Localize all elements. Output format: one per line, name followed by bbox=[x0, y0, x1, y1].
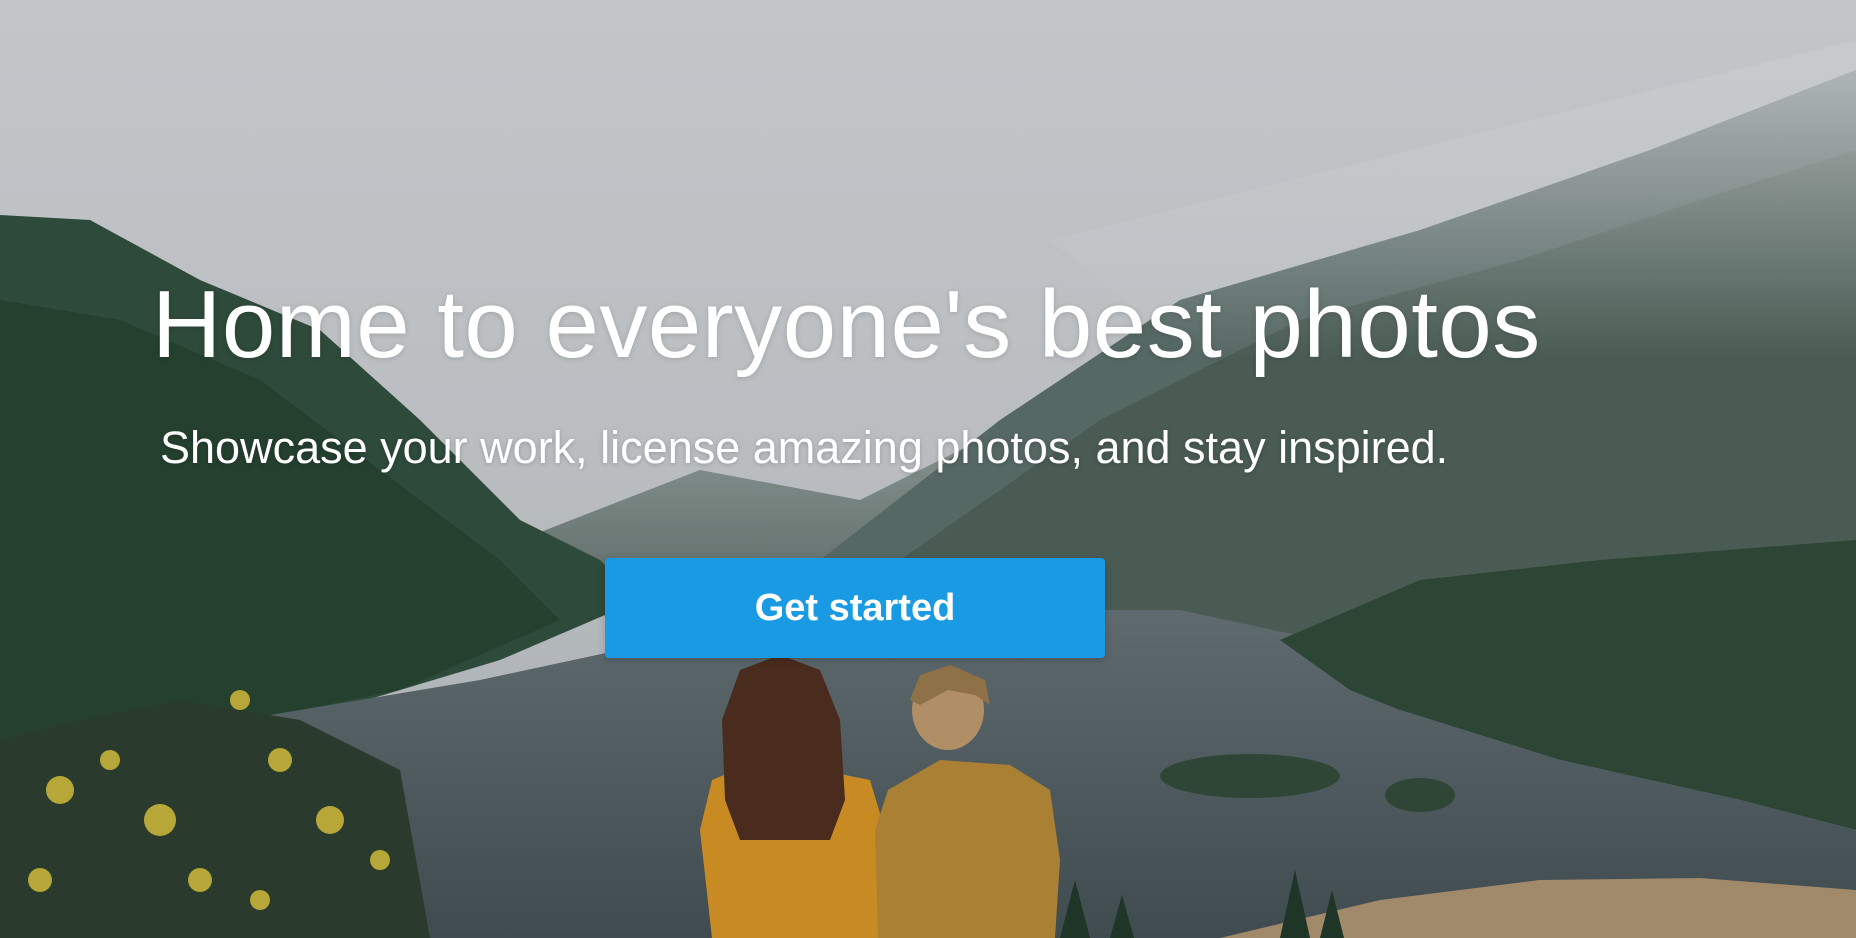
hero-section: Home to everyone's best photos Showcase … bbox=[0, 0, 1856, 938]
hero-headline: Home to everyone's best photos bbox=[152, 271, 1541, 378]
hero-subheadline: Showcase your work, license amazing phot… bbox=[160, 422, 1449, 473]
hero-content: Home to everyone's best photos Showcase … bbox=[0, 0, 1856, 938]
get-started-button[interactable]: Get started bbox=[605, 558, 1105, 658]
